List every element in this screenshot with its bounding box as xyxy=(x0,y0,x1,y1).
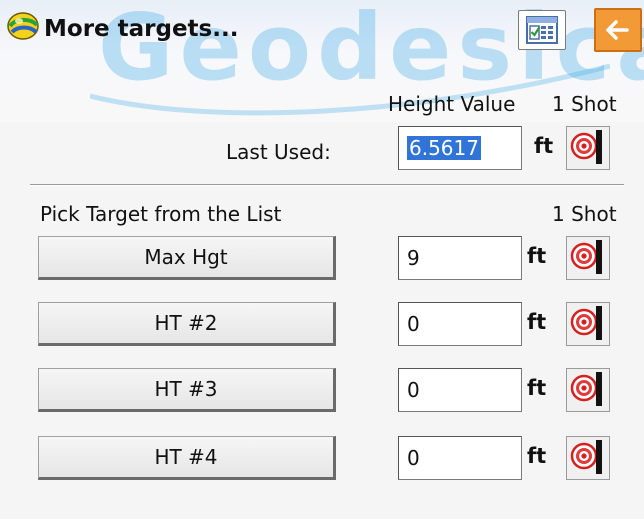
last-used-unit: ft xyxy=(534,134,554,158)
last-used-shot-button[interactable] xyxy=(566,126,610,170)
target-button-ht-4[interactable]: HT #4 xyxy=(38,436,336,480)
shot-header: 1 Shot xyxy=(552,92,617,116)
target-button-max-hgt[interactable]: Max Hgt xyxy=(38,236,336,280)
target-shot-button-4[interactable] xyxy=(566,436,610,480)
target-shot-button-3[interactable] xyxy=(566,368,610,412)
list-shot-header: 1 Shot xyxy=(552,202,617,226)
target-shot-button-1[interactable] xyxy=(566,236,610,280)
target-unit-2: ft xyxy=(527,310,547,334)
last-used-label: Last Used: xyxy=(226,140,331,164)
last-used-height-input[interactable]: 6.5617 xyxy=(398,126,522,170)
target-icon xyxy=(569,127,607,169)
target-height-input-4[interactable]: 0 xyxy=(398,436,522,480)
calculator-button[interactable] xyxy=(518,10,566,50)
target-unit-3: ft xyxy=(527,376,547,400)
back-button[interactable] xyxy=(594,8,642,52)
height-value-header: Height Value xyxy=(388,92,516,116)
helmet-icon xyxy=(6,8,40,42)
target-button-ht-2[interactable]: HT #2 xyxy=(38,302,336,346)
pick-target-heading: Pick Target from the List xyxy=(40,202,282,226)
section-divider xyxy=(30,184,624,186)
target-unit-1: ft xyxy=(527,244,547,268)
target-icon xyxy=(569,437,607,479)
last-used-value: 6.5617 xyxy=(407,136,481,160)
target-icon xyxy=(569,303,607,345)
target-button-ht-3[interactable]: HT #3 xyxy=(38,368,336,412)
back-arrow-icon xyxy=(596,20,640,54)
target-icon xyxy=(569,369,607,411)
calculator-icon xyxy=(519,16,565,53)
target-height-input-1[interactable]: 9 xyxy=(398,236,522,280)
target-icon xyxy=(569,237,607,279)
target-height-input-3[interactable]: 0 xyxy=(398,368,522,412)
window-title: More targets... xyxy=(44,16,239,42)
target-height-input-2[interactable]: 0 xyxy=(398,302,522,346)
target-unit-4: ft xyxy=(527,444,547,468)
target-shot-button-2[interactable] xyxy=(566,302,610,346)
